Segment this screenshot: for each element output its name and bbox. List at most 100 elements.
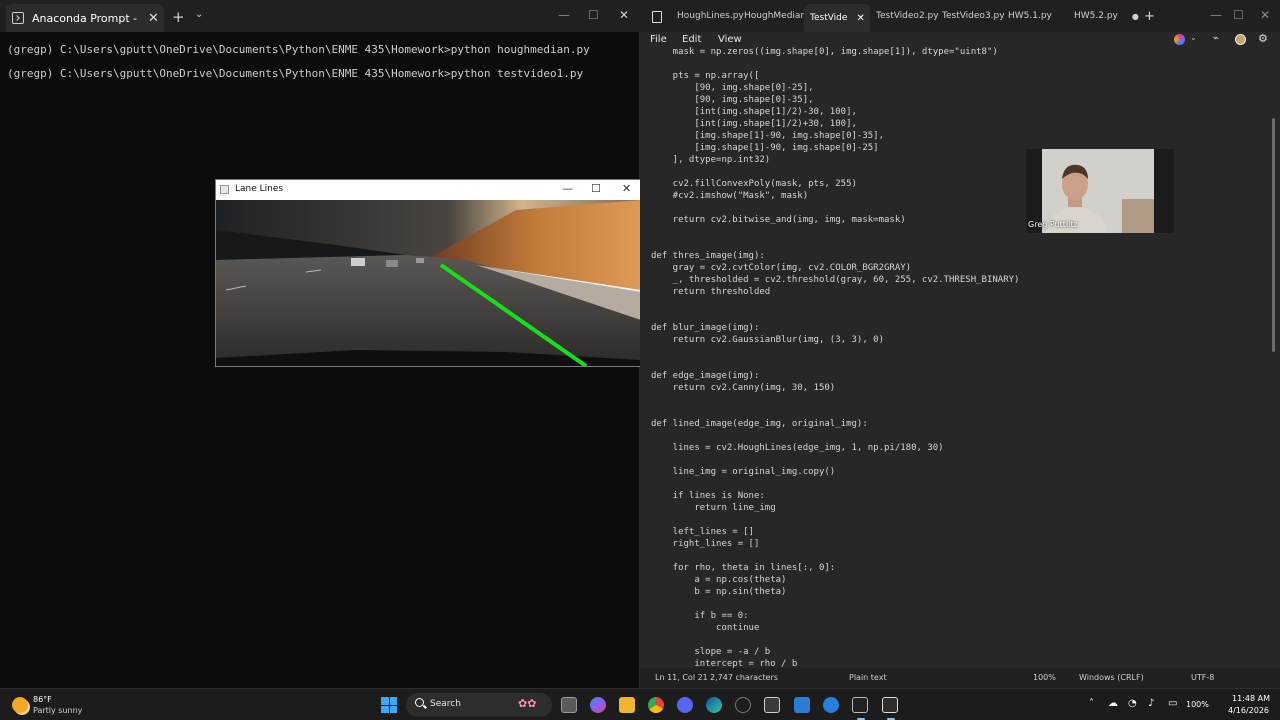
code-line: gray = cv2.cvtColor(img, cv2.COLOR_BGR2G… <box>651 263 912 273</box>
code-line: intercept = rho / b <box>651 659 798 668</box>
webcam-name-label: Greg Puttlitz <box>1028 220 1078 229</box>
code-line: [90, img.shape[0]-35], <box>651 95 814 105</box>
chevron-up-icon[interactable]: ˄ <box>1089 698 1094 709</box>
maximize-button[interactable]: ☐ <box>591 182 601 195</box>
new-tab-button[interactable]: + <box>172 8 185 26</box>
tab-testvideo3[interactable]: TestVideo3.py <box>942 0 1005 32</box>
weather-description[interactable]: Partly sunny <box>33 706 82 715</box>
lane-lines-title: Lane Lines <box>235 184 284 194</box>
cursor-position[interactable]: Ln 11, Col 21 <box>655 673 708 682</box>
lane-lines-titlebar[interactable]: Lane Lines — ☐ ✕ <box>216 180 641 200</box>
gear-icon[interactable]: ⚙ <box>1258 32 1268 45</box>
tab-hw51[interactable]: HW5.1.py <box>1008 0 1052 32</box>
window-icon <box>220 185 229 194</box>
terminal-line: (gregp) C:\Users\gputt\OneDrive\Document… <box>7 43 590 56</box>
megaphone-icon[interactable]: ⌁ <box>1213 33 1219 44</box>
minimize-button[interactable]: — <box>558 8 570 22</box>
windows-start-icon[interactable] <box>381 697 397 713</box>
chevron-down-icon[interactable]: ⌄ <box>195 9 203 20</box>
chrome-icon[interactable] <box>648 697 664 713</box>
network-icon[interactable]: ◔ <box>1128 698 1137 709</box>
new-tab-button[interactable]: + <box>1144 9 1155 24</box>
code-line: b = np.sin(theta) <box>651 587 787 597</box>
code-line: return line_img <box>651 503 776 513</box>
zoom-level[interactable]: 100% <box>1033 673 1056 682</box>
file-explorer-icon[interactable] <box>619 697 635 713</box>
code-line: line_img = original_img.copy() <box>651 467 836 477</box>
clock-time[interactable]: 11:48 AM <box>1232 694 1270 703</box>
tab-houghlines[interactable]: HoughLines.py <box>677 0 744 32</box>
close-button[interactable]: ✕ <box>622 182 631 195</box>
avatar[interactable] <box>1235 34 1246 45</box>
app-icon[interactable] <box>735 697 751 713</box>
battery-icon[interactable]: ▭ <box>1168 698 1177 709</box>
close-tab-icon[interactable]: ✕ <box>148 11 159 26</box>
tab-hw52[interactable]: HW5.2.py ● <box>1074 0 1139 32</box>
close-tab-icon[interactable]: ✕ <box>856 13 864 24</box>
close-button[interactable]: ✕ <box>619 8 629 22</box>
zoom-icon[interactable] <box>823 697 839 713</box>
speaker-icon[interactable]: ♪ <box>1148 698 1154 709</box>
edge-icon[interactable] <box>706 697 722 713</box>
close-button[interactable]: ✕ <box>1260 8 1270 22</box>
tab-testvideo-active[interactable]: TestVide ✕ <box>804 4 870 32</box>
lane-lines-window[interactable]: Lane Lines — ☐ ✕ <box>215 179 642 367</box>
code-line: def lined_image(edge_img, original_img): <box>651 419 868 429</box>
menu-file[interactable]: File <box>650 34 667 45</box>
terminal-line: (gregp) C:\Users\gputt\OneDrive\Document… <box>7 67 584 80</box>
copilot-icon[interactable] <box>1174 34 1185 45</box>
code-text-area[interactable]: mask = np.zeros((img.shape[0], img.shape… <box>651 46 1211 668</box>
menu-edit[interactable]: Edit <box>682 34 701 45</box>
task-view-icon[interactable] <box>561 697 577 713</box>
maximize-button[interactable]: ☐ <box>588 8 599 22</box>
notepad-icon[interactable] <box>882 697 898 720</box>
tulips-icon: ✿✿ <box>518 697 537 710</box>
chevron-down-icon[interactable]: ⌄ <box>1190 33 1197 42</box>
clock-date[interactable]: 4/16/2026 <box>1228 706 1269 715</box>
code-line: if lines is None: <box>651 491 765 501</box>
menu-view[interactable]: View <box>718 34 742 45</box>
taskbar-search-box[interactable]: Search ✿✿ <box>406 693 552 717</box>
weather-sun-icon[interactable] <box>12 697 28 713</box>
battery-percent[interactable]: 100% <box>1186 700 1209 709</box>
search-icon <box>415 698 424 707</box>
discord-icon[interactable] <box>677 697 693 713</box>
maximize-button[interactable]: ☐ <box>1233 8 1244 22</box>
minimize-button[interactable]: — <box>562 182 573 195</box>
word-icon[interactable] <box>794 697 810 713</box>
code-line: return cv2.GaussianBlur(img, (3, 3), 0) <box>651 335 884 345</box>
store-icon[interactable] <box>764 697 780 713</box>
terminal-icon[interactable] <box>852 697 868 720</box>
vertical-scrollbar[interactable] <box>1272 118 1275 352</box>
encoding[interactable]: UTF-8 <box>1191 673 1214 682</box>
line-ending[interactable]: Windows (CRLF) <box>1079 673 1144 682</box>
code-line: left_lines = [] <box>651 527 754 537</box>
code-line: [img.shape[1]-90, img.shape[0]-35], <box>651 131 884 141</box>
code-line: def edge_image(img): <box>651 371 760 381</box>
onedrive-icon[interactable]: ☁ <box>1108 698 1118 709</box>
notepad-editor-window[interactable]: HoughLines.py HoughMedian.p TestVide ✕ T… <box>640 0 1280 688</box>
terminal-tab-title: Anaconda Prompt - python t <box>32 11 140 25</box>
weather-temperature[interactable]: 86°F <box>33 695 52 704</box>
code-line: for rho, theta in lines[:, 0]: <box>651 563 836 573</box>
code-line: slope = -a / b <box>651 647 771 657</box>
terminal-output[interactable]: (gregp) C:\Users\gputt\OneDrive\Document… <box>7 44 637 92</box>
taskbar: 86°F Partly sunny Search ✿✿ ˄ ☁ ◔ ♪ ▭ 10… <box>0 688 1280 720</box>
copilot-icon[interactable] <box>590 697 606 713</box>
minimize-button[interactable]: — <box>1210 8 1222 22</box>
code-line: def thres_image(img): <box>651 251 765 261</box>
terminal-tab[interactable]: Anaconda Prompt - python t ✕ <box>6 4 164 32</box>
code-line: [int(img.shape[1]/2)+30, 100], <box>651 119 857 129</box>
search-label: Search <box>430 699 461 709</box>
webcam-overlay[interactable]: Greg Puttlitz <box>1026 149 1174 233</box>
code-line: mask = np.zeros((img.shape[0], img.shape… <box>651 47 998 57</box>
tab-testvideo2[interactable]: TestVideo2.py <box>876 0 939 32</box>
